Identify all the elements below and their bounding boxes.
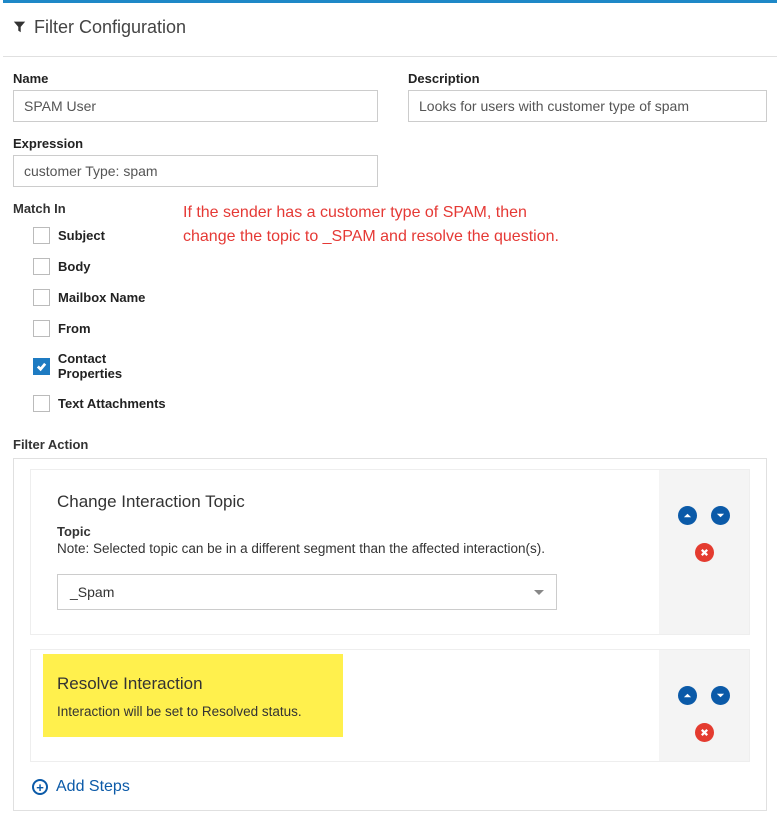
expression-input[interactable]	[13, 155, 378, 187]
description-label: Description	[408, 71, 767, 86]
annotation-line-2: change the topic to _SPAM and resolve th…	[183, 225, 767, 249]
topic-label: Topic	[57, 524, 635, 539]
chevron-up-icon	[683, 691, 692, 700]
chevron-down-icon	[534, 590, 544, 595]
field-name: Name	[13, 71, 378, 122]
highlight-box: Resolve Interaction Interaction will be …	[43, 654, 343, 737]
checkbox-label-mailbox-name: Mailbox Name	[58, 290, 145, 305]
field-description: Description	[408, 71, 767, 122]
step-change-topic: Change Interaction Topic Topic Note: Sel…	[30, 469, 750, 635]
checkbox-subject[interactable]	[33, 227, 50, 244]
checkbox-label-subject: Subject	[58, 228, 105, 243]
close-icon	[700, 728, 709, 737]
move-up-button[interactable]	[678, 686, 697, 705]
checkbox-row-text-attachments[interactable]: Text Attachments	[13, 388, 173, 419]
checkbox-row-mailbox-name[interactable]: Mailbox Name	[13, 282, 173, 313]
chevron-down-icon	[716, 691, 725, 700]
name-input[interactable]	[13, 90, 378, 122]
filter-action-panel: Change Interaction Topic Topic Note: Sel…	[13, 458, 767, 811]
annotation-line-1: If the sender has a customer type of SPA…	[183, 201, 767, 225]
page-title: Filter Configuration	[34, 17, 186, 38]
close-icon	[700, 548, 709, 557]
field-expression: Expression	[13, 136, 378, 187]
page-header: Filter Configuration	[3, 13, 777, 57]
checkbox-label-contact-properties: Contact Properties	[58, 351, 173, 381]
checkbox-label-text-attachments: Text Attachments	[58, 396, 166, 411]
match-in-group: Match In Subject Body Mailbox Name From	[13, 201, 173, 419]
match-in-label: Match In	[13, 201, 173, 216]
topic-select[interactable]: _Spam	[57, 574, 557, 610]
checkbox-contact-properties[interactable]	[33, 358, 50, 375]
move-up-button[interactable]	[678, 506, 697, 525]
name-label: Name	[13, 71, 378, 86]
move-down-button[interactable]	[711, 686, 730, 705]
move-down-button[interactable]	[711, 506, 730, 525]
step-controls	[659, 470, 749, 634]
checkbox-row-contact-properties[interactable]: Contact Properties	[13, 344, 173, 388]
expression-label: Expression	[13, 136, 378, 151]
checkbox-body[interactable]	[33, 258, 50, 275]
checkbox-text-attachments[interactable]	[33, 395, 50, 412]
topic-select-value: _Spam	[70, 584, 114, 600]
filter-action-label: Filter Action	[3, 425, 777, 458]
remove-step-button[interactable]	[695, 723, 714, 742]
checkbox-row-subject[interactable]: Subject	[13, 220, 173, 251]
description-input[interactable]	[408, 90, 767, 122]
remove-step-button[interactable]	[695, 543, 714, 562]
checkbox-mailbox-name[interactable]	[33, 289, 50, 306]
annotation-text: If the sender has a customer type of SPA…	[183, 201, 767, 419]
chevron-down-icon	[716, 511, 725, 520]
add-steps-label: Add Steps	[56, 778, 130, 796]
add-steps-button[interactable]: + Add Steps	[30, 776, 132, 798]
step-controls	[659, 650, 749, 761]
checkbox-from[interactable]	[33, 320, 50, 337]
chevron-up-icon	[683, 511, 692, 520]
step-title-change-topic: Change Interaction Topic	[57, 492, 635, 512]
top-accent-bar	[3, 0, 777, 3]
checkbox-row-from[interactable]: From	[13, 313, 173, 344]
checkbox-label-from: From	[58, 321, 91, 336]
resolve-note: Interaction will be set to Resolved stat…	[57, 704, 325, 719]
plus-circle-icon: +	[32, 779, 48, 795]
topic-note: Note: Selected topic can be in a differe…	[57, 541, 635, 556]
step-title-resolve: Resolve Interaction	[57, 674, 325, 694]
checkbox-row-body[interactable]: Body	[13, 251, 173, 282]
checkbox-label-body: Body	[58, 259, 91, 274]
filter-icon	[13, 17, 26, 38]
step-resolve-interaction: Resolve Interaction Interaction will be …	[30, 649, 750, 762]
